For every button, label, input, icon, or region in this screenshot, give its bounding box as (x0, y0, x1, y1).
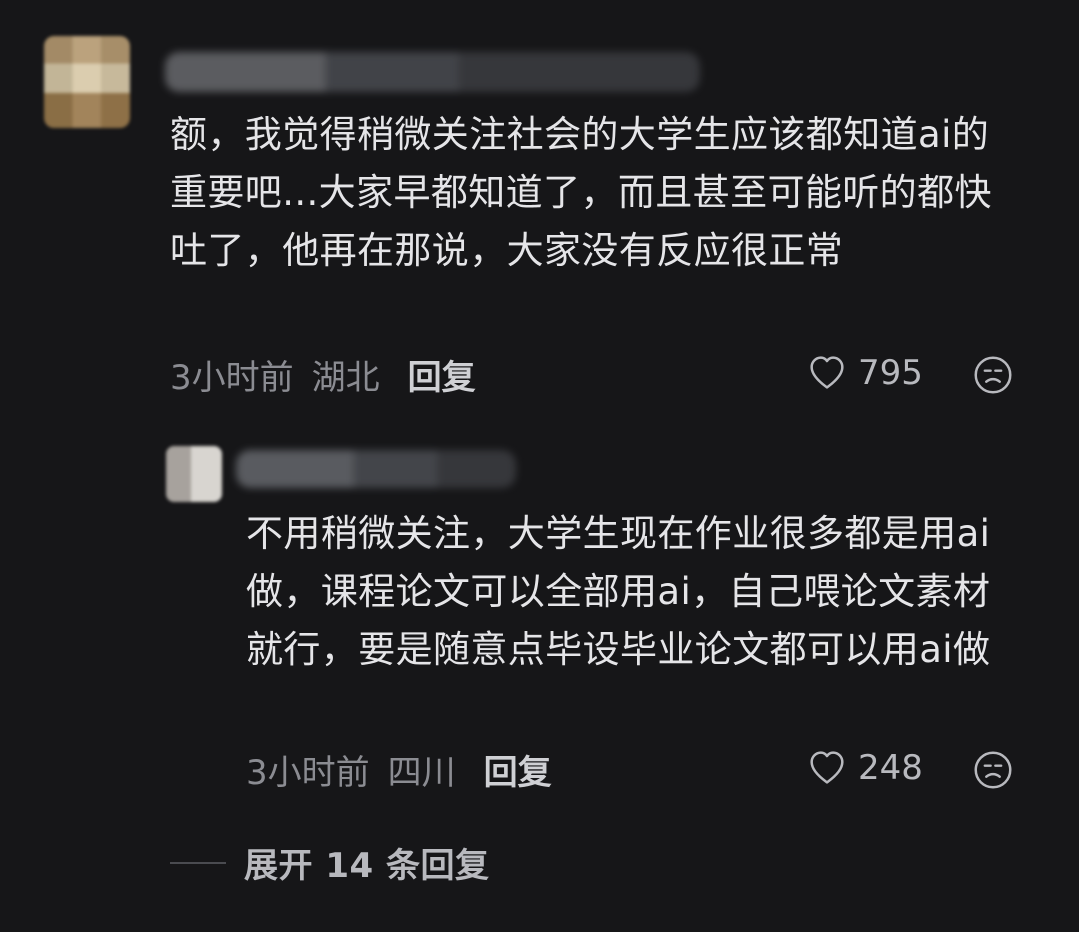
expand-replies[interactable]: 展开 14 条回复 (170, 838, 490, 887)
expand-divider (170, 861, 226, 864)
reply-button[interactable]: 回复 (484, 745, 552, 794)
expand-replies-label: 展开 14 条回复 (244, 846, 490, 886)
like-count: 795 (858, 353, 923, 393)
avatar[interactable] (44, 36, 130, 128)
heart-icon (810, 751, 844, 784)
reply-meta: 3小时前 四川 回复 (246, 745, 552, 794)
sad-face-icon (974, 751, 1012, 789)
like-button[interactable]: 248 (804, 745, 923, 791)
reply-location: 四川 (387, 753, 456, 793)
avatar[interactable] (166, 446, 222, 502)
comment-meta: 3小时前 湖北 回复 (170, 350, 476, 399)
comment-time: 3小时前 (170, 358, 294, 398)
like-button[interactable]: 795 (804, 350, 923, 396)
comment-location: 湖北 (311, 358, 380, 398)
reply-text: 不用稍微关注，大学生现在作业很多都是用ai做，课程论文可以全部用ai，自己喂论文… (246, 512, 991, 671)
comment-text: 额，我觉得稍微关注社会的大学生应该都知道ai的重要吧...大家早都知道了，而且甚… (170, 113, 992, 272)
like-count: 248 (858, 748, 923, 788)
dislike-button[interactable] (970, 352, 1016, 402)
heart-icon (810, 356, 844, 389)
username-blurred[interactable] (236, 450, 516, 488)
reply-button[interactable]: 回复 (408, 350, 476, 399)
dislike-button[interactable] (970, 747, 1016, 797)
sad-face-icon (974, 356, 1012, 394)
reply-time: 3小时前 (246, 753, 370, 793)
username-blurred[interactable] (165, 52, 700, 92)
